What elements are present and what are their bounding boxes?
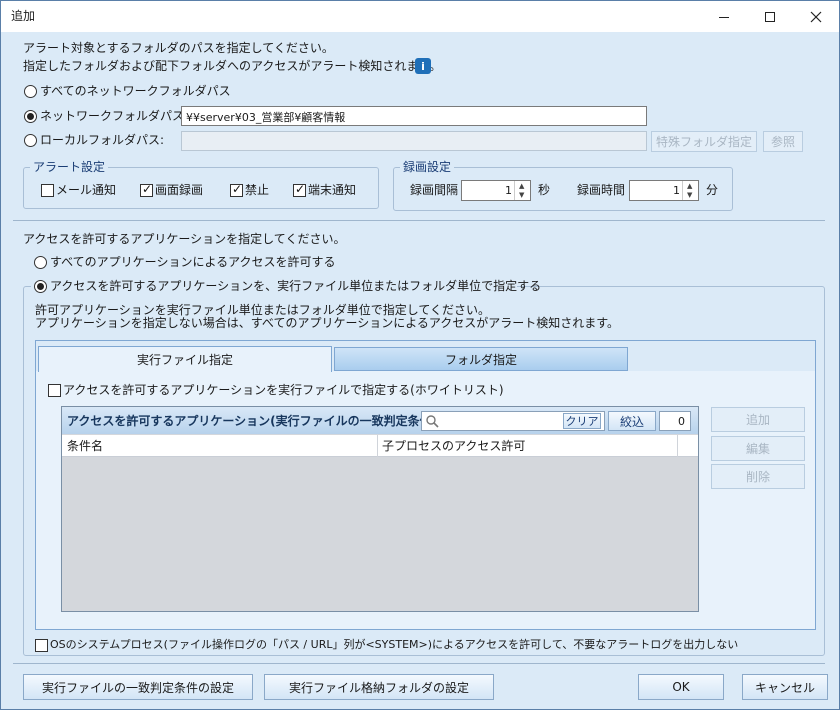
path-description-line2: 指定したフォルダおよび配下フォルダへのアクセスがアラート検知されます。 [23, 59, 442, 73]
spin-up-icon[interactable]: ▲ [687, 182, 692, 190]
add-button[interactable]: 追加 [711, 407, 805, 432]
whitelist-checkbox-label[interactable]: アクセスを許可するアプリケーションを実行ファイルで指定する(ホワイトリスト) [63, 383, 504, 397]
column-divider[interactable] [377, 435, 378, 457]
maximize-button[interactable] [747, 1, 793, 32]
section-divider [13, 220, 825, 221]
window-title: 追加 [11, 9, 36, 23]
record-settings-legend: 録画設定 [400, 160, 455, 174]
info-icon[interactable]: i [415, 58, 431, 74]
column-header-condition[interactable]: 条件名 [67, 439, 103, 453]
spin-up-icon[interactable]: ▲ [519, 182, 524, 190]
record-duration-unit: 分 [706, 183, 719, 197]
screen-record-label[interactable]: 画面録画 [155, 183, 203, 197]
maximize-icon [765, 11, 775, 22]
radio-network-path[interactable] [24, 110, 37, 123]
close-icon [810, 11, 822, 22]
radio-network-path-label[interactable]: ネットワークフォルダパス: [40, 109, 188, 123]
grid-title: アクセスを許可するアプリケーション(実行ファイルの一致判定条件) [67, 414, 438, 428]
grid-column-header [62, 435, 698, 457]
radio-specify-apps-label[interactable]: アクセスを許可するアプリケーションを、実行ファイル単位またはフォルダ単位で指定す… [50, 279, 541, 293]
exe-folder-button[interactable]: 実行ファイル格納フォルダの設定 [264, 674, 494, 700]
browse-button[interactable]: 参照 [763, 131, 803, 152]
prohibit-checkbox[interactable] [230, 182, 243, 197]
title-bar: 追加 [1, 1, 839, 32]
system-process-label[interactable]: OSのシステムプロセス(ファイル操作ログの「パス / URL」列が<SYSTEM… [50, 638, 738, 652]
dialog-window: 追加 アラート対象とするフォルダのパスを指定してください。 指定したフォルダおよ… [0, 0, 840, 710]
prohibit-label[interactable]: 禁止 [245, 183, 269, 197]
radio-local-path-label[interactable]: ローカルフォルダパス: [40, 133, 164, 147]
network-path-input[interactable]: ¥¥server¥03_営業部¥顧客情報 [181, 106, 647, 126]
ok-button[interactable]: OK [638, 674, 724, 700]
radio-all-network[interactable] [24, 85, 37, 98]
column-header-child-process[interactable]: 子プロセスのアクセス許可 [382, 439, 525, 453]
mail-notify-label[interactable]: メール通知 [56, 183, 116, 197]
spinner-arrows[interactable]: ▲ ▼ [514, 181, 530, 200]
close-button[interactable] [793, 1, 839, 32]
specify-desc-line2: アプリケーションを指定しない場合は、すべてのアプリケーションによるアクセスがアラ… [35, 316, 620, 330]
spin-down-icon[interactable]: ▼ [687, 191, 692, 199]
local-path-input[interactable] [181, 131, 647, 151]
record-interval-spinner[interactable]: 1 ▲ ▼ [461, 180, 531, 201]
delete-button[interactable]: 削除 [711, 464, 805, 489]
specify-desc-line1: 許可アプリケーションを実行ファイル単位またはフォルダ単位で指定してください。 [35, 303, 491, 317]
edit-button[interactable]: 編集 [711, 436, 805, 461]
record-interval-unit: 秒 [538, 183, 551, 197]
cancel-button[interactable]: キャンセル [742, 674, 828, 700]
footer-divider [13, 663, 825, 664]
app-access-description: アクセスを許可するアプリケーションを指定してください。 [23, 232, 346, 246]
mail-notify-checkbox[interactable] [41, 184, 54, 197]
network-path-value: ¥¥server¥03_営業部¥顧客情報 [186, 111, 346, 124]
spinner-arrows[interactable]: ▲ ▼ [682, 181, 698, 200]
path-description-line1: アラート対象とするフォルダのパスを指定してください。 [23, 41, 334, 55]
tab-folder[interactable]: フォルダ指定 [334, 347, 628, 371]
terminal-notify-label[interactable]: 端末通知 [308, 183, 356, 197]
whitelist-checkbox[interactable] [48, 384, 61, 397]
record-interval-value: 1 [505, 184, 512, 197]
record-duration-label: 録画時間 [577, 183, 626, 197]
screen-record-checkbox[interactable] [140, 182, 153, 197]
grid-count: 0 [659, 411, 691, 431]
filter-button[interactable]: 絞込 [608, 411, 656, 431]
radio-local-path[interactable] [24, 134, 37, 147]
special-folder-button[interactable]: 特殊フォルダ指定 [651, 131, 757, 152]
system-process-checkbox[interactable] [35, 639, 48, 652]
spin-down-icon[interactable]: ▼ [519, 191, 524, 199]
radio-all-apps[interactable] [34, 256, 47, 269]
terminal-notify-checkbox[interactable] [293, 182, 306, 197]
radio-all-apps-label[interactable]: すべてのアプリケーションによるアクセスを許可する [50, 255, 335, 269]
column-divider[interactable] [677, 435, 678, 457]
radio-specify-apps[interactable] [34, 280, 47, 293]
record-duration-value: 1 [673, 184, 680, 197]
search-icon [426, 415, 439, 428]
alert-settings-legend: アラート設定 [30, 160, 109, 174]
tab-executable[interactable]: 実行ファイル指定 [38, 346, 332, 372]
radio-all-network-label[interactable]: すべてのネットワークフォルダパス [40, 84, 231, 98]
minimize-icon [719, 16, 729, 18]
record-interval-label: 録画間隔 [410, 183, 459, 197]
match-condition-button[interactable]: 実行ファイルの一致判定条件の設定 [23, 674, 253, 700]
minimize-button[interactable] [701, 1, 747, 32]
clear-button[interactable]: クリア [563, 413, 601, 429]
record-duration-spinner[interactable]: 1 ▲ ▼ [629, 180, 699, 201]
